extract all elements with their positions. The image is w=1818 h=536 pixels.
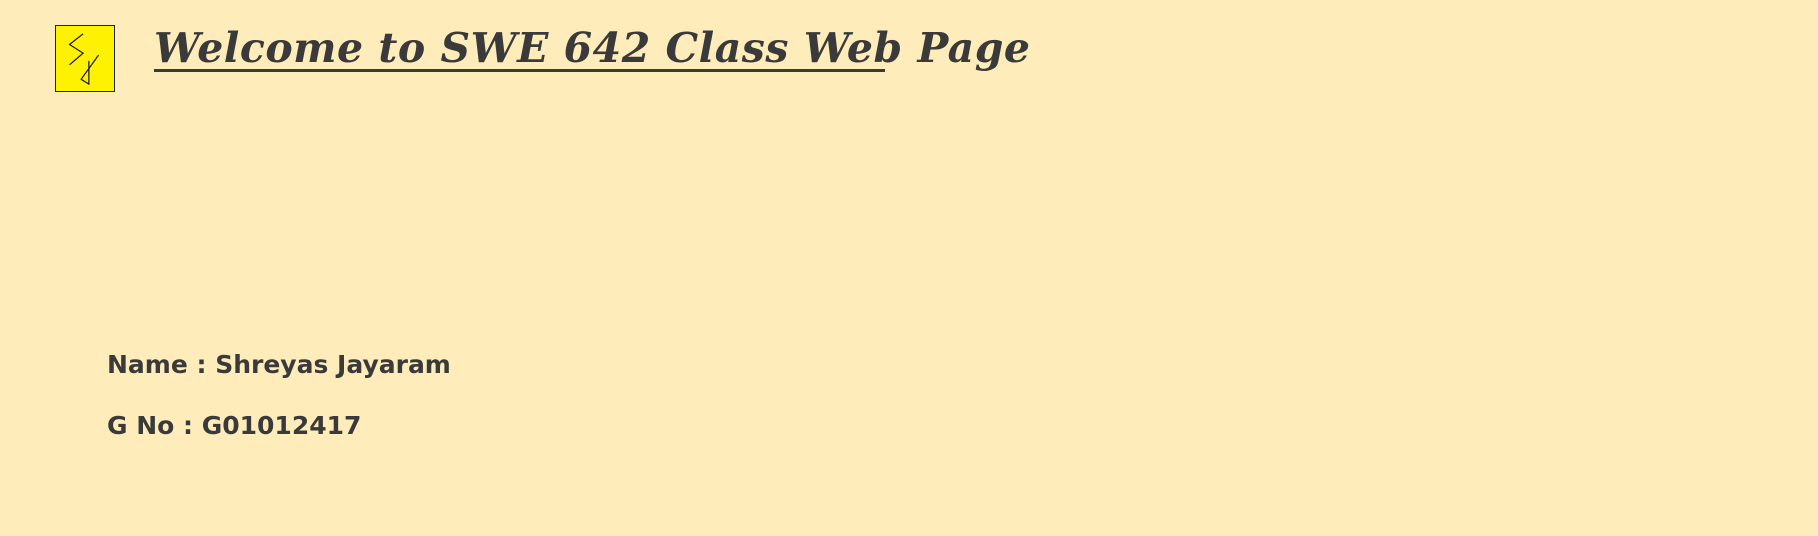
title-underline (154, 69, 885, 72)
page-title: Welcome to SWE 642 Class Web Page (154, 24, 1031, 72)
student-gno: G No : G01012417 (107, 411, 362, 440)
sj-monogram-icon (55, 25, 115, 92)
student-name: Name : Shreyas Jayaram (107, 350, 451, 379)
